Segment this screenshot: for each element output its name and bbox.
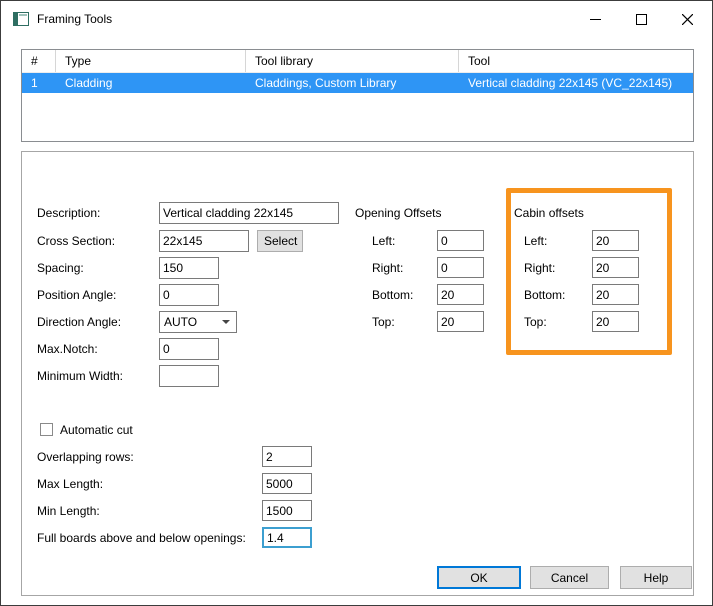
opening-right-label: Right: [372,257,403,279]
opening-right-input[interactable] [437,257,484,278]
opening-left-input[interactable] [437,230,484,251]
titlebar: Framing Tools [1,1,712,37]
opening-top-input[interactable] [437,311,484,332]
maximize-button[interactable] [618,1,664,37]
cross-section-label: Cross Section: [37,230,115,252]
cabin-top-label: Top: [524,311,547,333]
automatic-cut-checkbox[interactable] [40,423,53,436]
chevron-down-icon [222,320,230,324]
automatic-cut-label: Automatic cut [60,419,133,441]
opening-bottom-label: Bottom: [372,284,413,306]
full-boards-input[interactable] [262,527,312,548]
column-header-tool-library[interactable]: Tool library [246,50,459,72]
row-library-cell: Claddings, Custom Library [246,73,459,93]
cabin-bottom-input[interactable] [592,284,639,305]
spacing-label: Spacing: [37,257,84,279]
cabin-bottom-label: Bottom: [524,284,565,306]
minimum-width-label: Minimum Width: [37,365,123,387]
cabin-left-input[interactable] [592,230,639,251]
cabin-right-label: Right: [524,257,555,279]
help-button[interactable]: Help [620,566,692,589]
spacing-input[interactable] [159,257,219,279]
select-button[interactable]: Select [257,230,303,252]
description-label: Description: [37,202,100,224]
max-length-input[interactable] [262,473,312,494]
window-title: Framing Tools [37,12,112,26]
cabin-offsets-title: Cabin offsets [514,202,584,224]
direction-angle-label: Direction Angle: [37,311,121,333]
direction-angle-dropdown[interactable]: AUTO [159,311,237,333]
tool-list-header: # Type Tool library Tool [22,50,693,73]
description-input[interactable] [159,202,339,224]
row-tool-cell: Vertical cladding 22x145 (VC_22x145) [459,73,693,93]
max-notch-input[interactable] [159,338,219,360]
form-panel: Description: Cross Section: Select Spaci… [21,151,694,596]
direction-angle-value: AUTO [160,315,222,329]
cabin-top-input[interactable] [592,311,639,332]
tool-list: # Type Tool library Tool 1 Cladding Clad… [21,49,694,142]
row-number-cell: 1 [22,73,56,93]
cabin-right-input[interactable] [592,257,639,278]
position-angle-label: Position Angle: [37,284,116,306]
max-notch-label: Max.Notch: [37,338,98,360]
column-header-type[interactable]: Type [56,50,246,72]
row-type-cell: Cladding [56,73,246,93]
full-boards-label: Full boards above and below openings: [37,527,246,549]
window-controls [572,1,710,37]
table-row[interactable]: 1 Cladding Claddings, Custom Library Ver… [22,73,693,93]
minimize-icon [590,19,601,20]
column-header-tool[interactable]: Tool [459,50,693,72]
opening-left-label: Left: [372,230,395,252]
cancel-button[interactable]: Cancel [530,566,609,589]
close-icon [682,14,693,25]
maximize-icon [636,14,647,25]
framing-tools-app-icon [13,12,29,26]
minimum-width-input[interactable] [159,365,219,387]
ok-button[interactable]: OK [437,566,521,589]
position-angle-input[interactable] [159,284,219,306]
overlapping-rows-label: Overlapping rows: [37,446,134,468]
cross-section-input[interactable] [159,230,249,252]
overlapping-rows-input[interactable] [262,446,312,467]
column-header-number[interactable]: # [22,50,56,72]
framing-tools-dialog: Framing Tools # Type Tool library Tool 1… [0,0,713,606]
opening-offsets-title: Opening Offsets [355,202,442,224]
cabin-left-label: Left: [524,230,547,252]
min-length-input[interactable] [262,500,312,521]
opening-bottom-input[interactable] [437,284,484,305]
min-length-label: Min Length: [37,500,100,522]
close-button[interactable] [664,1,710,37]
minimize-button[interactable] [572,1,618,37]
opening-top-label: Top: [372,311,395,333]
max-length-label: Max Length: [37,473,103,495]
